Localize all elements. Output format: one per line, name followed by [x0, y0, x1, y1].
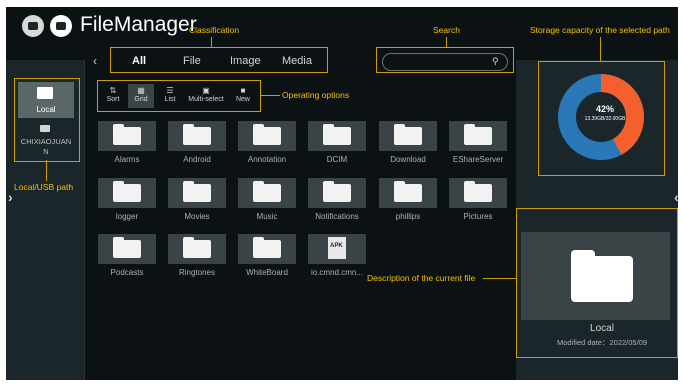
folder-icon: [113, 237, 141, 258]
file-name: Alarms: [114, 155, 140, 164]
folder-icon: [394, 124, 422, 145]
sort-icon: ⇅: [109, 86, 117, 95]
file-name: Music: [256, 212, 278, 221]
new-folder-button[interactable]: ■ New: [230, 84, 256, 108]
file-name: Pictures: [463, 212, 493, 221]
file-name: Download: [390, 155, 426, 164]
annotation-local-usb: Local/USB path: [14, 182, 74, 192]
list-icon: ☰: [166, 86, 174, 95]
list-button[interactable]: ☰ List: [157, 84, 183, 108]
divider: [84, 60, 85, 380]
app-title: FileManager: [80, 13, 197, 36]
file-name: EShareServer: [452, 155, 504, 164]
search-input[interactable]: [382, 53, 508, 71]
folder-icon: [183, 124, 211, 145]
usb-path-button[interactable]: CHIXIAOJUAN N: [14, 137, 78, 157]
annotation-line: [483, 278, 516, 279]
file-name: Android: [183, 155, 211, 164]
annotation-search: Search: [433, 25, 460, 35]
annotation-line: [46, 160, 47, 181]
file-name: logger: [115, 212, 139, 221]
folder-icon: [394, 181, 422, 202]
tab-media[interactable]: Media: [282, 55, 312, 67]
sort-button[interactable]: ⇅ Sort: [100, 84, 126, 108]
tab-file[interactable]: File: [183, 55, 201, 67]
folder-icon: [571, 250, 633, 302]
folder-icon: [323, 124, 351, 145]
file-name: WhiteBoard: [246, 268, 288, 277]
new-folder-icon: ■: [240, 86, 246, 95]
folder-icon: [183, 181, 211, 202]
folder-icon: [323, 181, 351, 202]
file-name: Ringtones: [178, 268, 216, 277]
multi-select-icon: ▣: [202, 86, 210, 95]
storage-percent: 42%: [595, 104, 614, 114]
folder-icon: [464, 181, 492, 202]
expand-sidebar-icon[interactable]: ›: [8, 189, 13, 205]
annotation-line: [446, 37, 447, 47]
annotation-line: [211, 37, 212, 47]
file-name: Notifications: [315, 212, 359, 221]
folder-icon: [253, 237, 281, 258]
annotation-line: [260, 95, 280, 96]
folder-icon: [464, 124, 492, 145]
multi-select-button[interactable]: ▣ Multi-select: [185, 84, 227, 108]
annotation-classification: Classification: [189, 25, 240, 35]
preview-date: Modified date：2022/05/09: [556, 338, 648, 347]
file-name: phillips: [395, 212, 421, 221]
app-logo-icon: [50, 15, 72, 37]
storage-detail: 13.39GB/32.00GB: [584, 116, 626, 122]
annotation-storage: Storage capacity of the selected path: [530, 25, 670, 35]
tab-all[interactable]: All: [132, 55, 146, 67]
back-chevron-icon[interactable]: ‹: [93, 54, 97, 68]
grid-button[interactable]: ▦ Grid: [128, 84, 154, 108]
file-name: Annotation: [247, 155, 287, 164]
preview-name: Local: [590, 323, 614, 334]
annotation-description: Description of the current file: [367, 273, 476, 283]
file-name: io.cmnd.cmn...: [310, 268, 363, 277]
apk-file-icon: APK: [328, 237, 346, 259]
folder-icon: [253, 124, 281, 145]
usb-icon: [40, 125, 50, 132]
monitor-icon: [37, 87, 53, 99]
folder-icon: [183, 237, 211, 258]
folder-icon: [113, 124, 141, 145]
tab-image[interactable]: Image: [230, 55, 261, 67]
collapse-panel-icon[interactable]: ‹: [674, 189, 679, 205]
file-name: Podcasts: [110, 268, 144, 277]
local-path-label: Local: [36, 105, 56, 114]
folder-icon: [113, 181, 141, 202]
file-name: DCIM: [326, 155, 348, 164]
annotation-operating: Operating options: [282, 90, 350, 100]
file-name: Movies: [184, 212, 210, 221]
home-icon[interactable]: [22, 15, 44, 37]
annotation-line: [600, 37, 601, 61]
folder-icon: [253, 181, 281, 202]
search-icon[interactable]: ⚲: [492, 56, 499, 67]
grid-icon: ▦: [137, 86, 145, 95]
